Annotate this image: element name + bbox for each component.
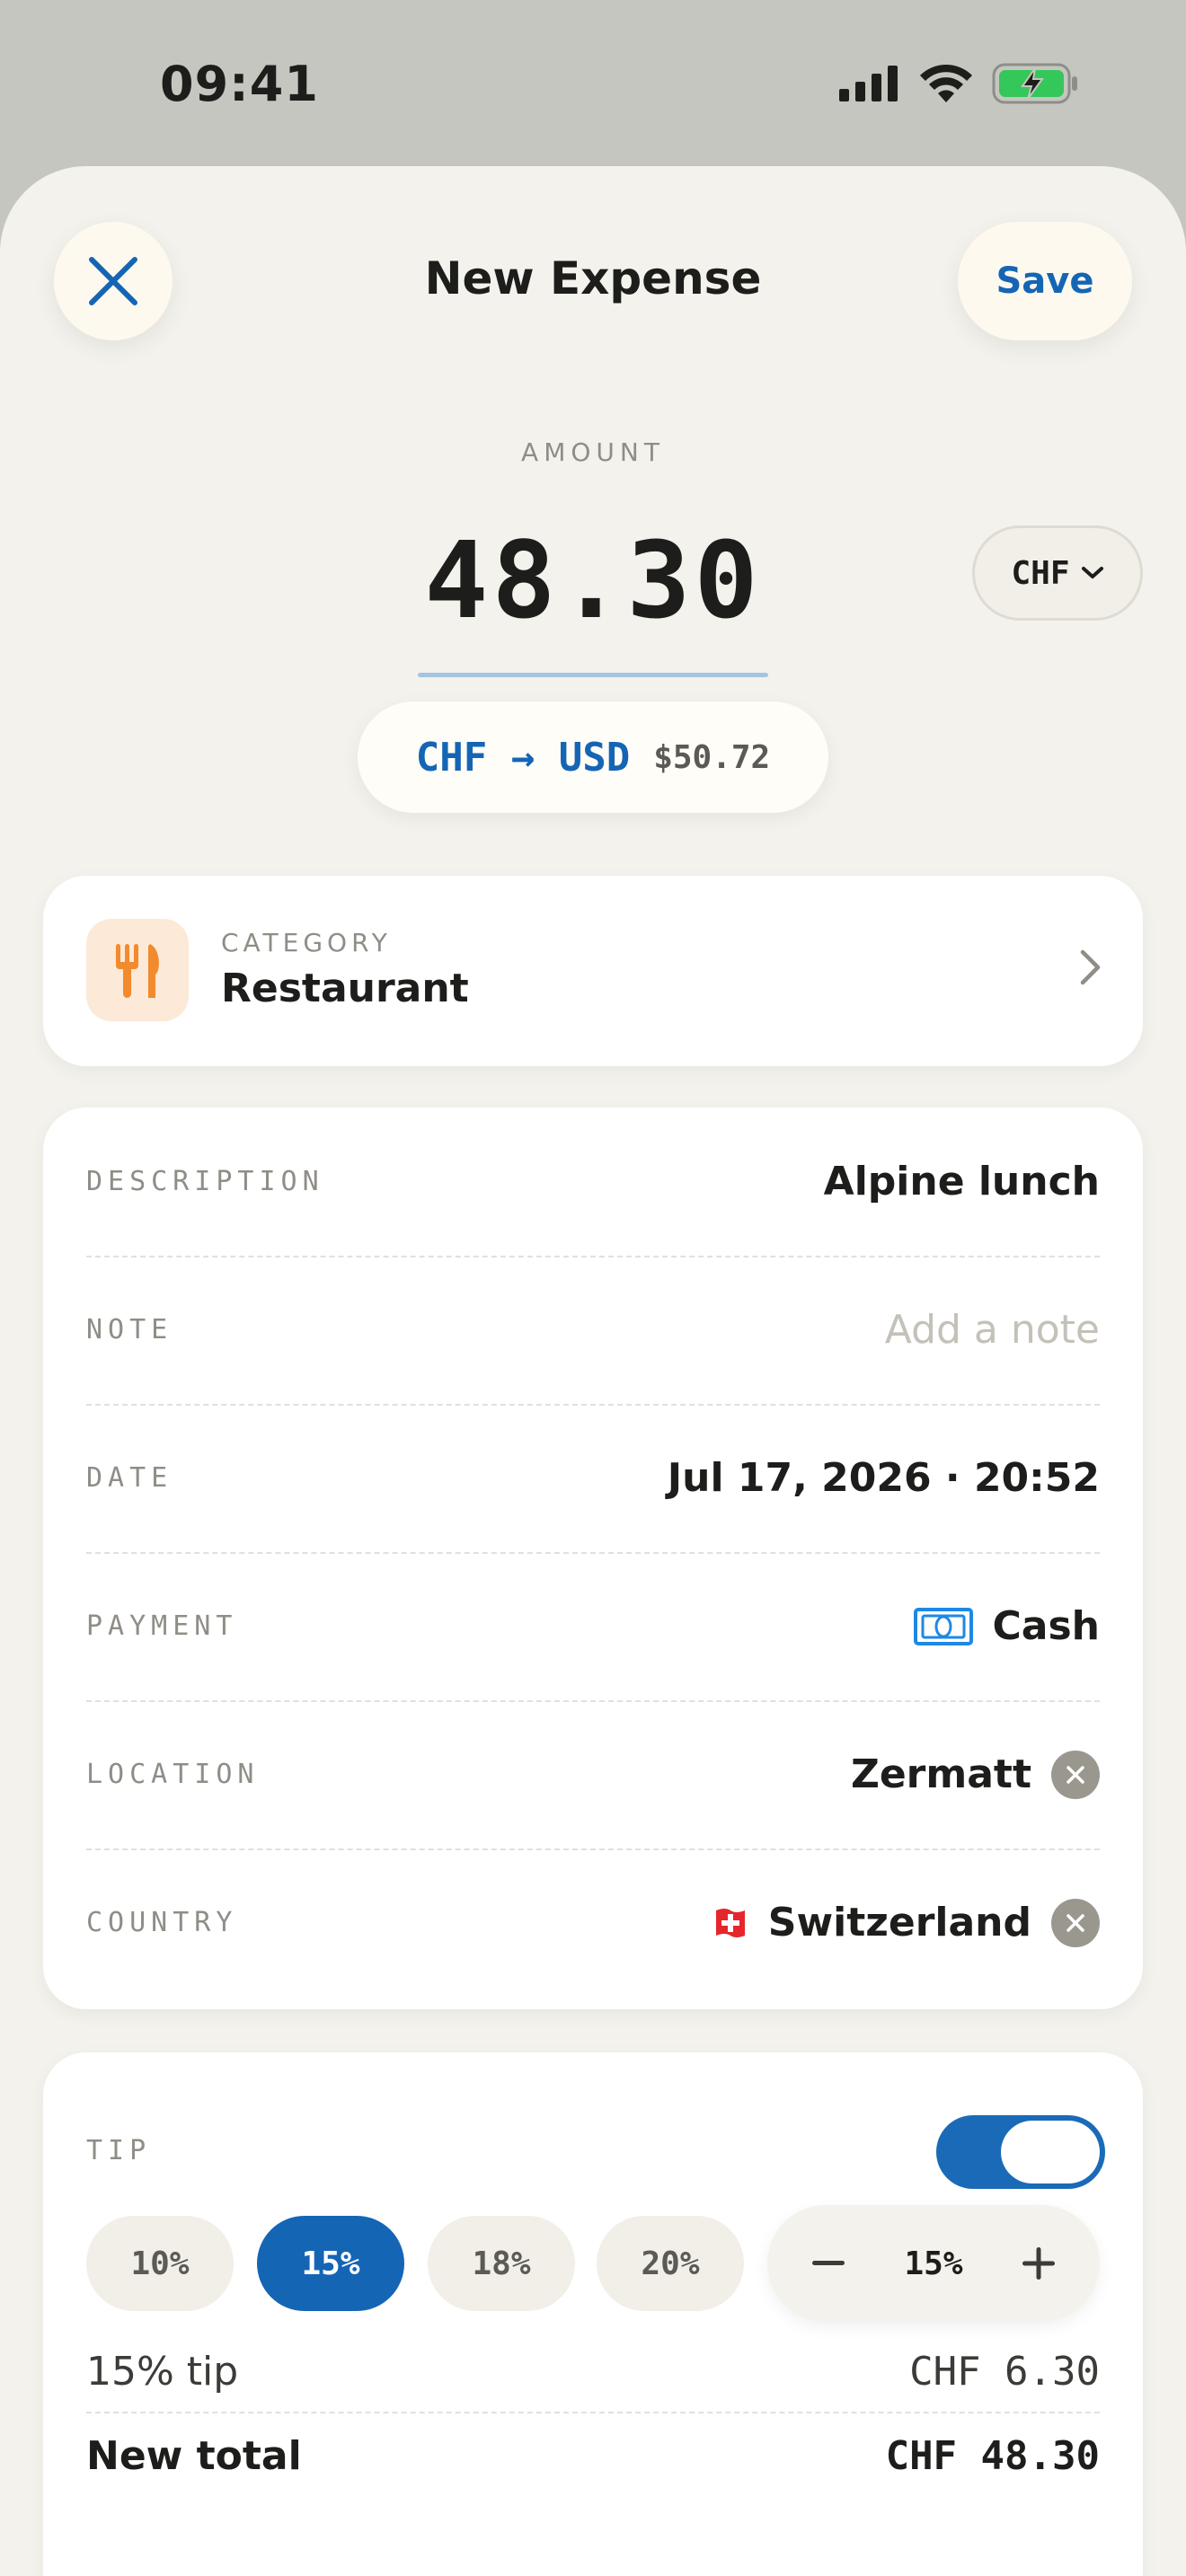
tip-line-value: CHF 6.30: [909, 2349, 1100, 2395]
date-label: DATE: [86, 1462, 173, 1494]
country-row[interactable]: COUNTRY Switzerland: [86, 1848, 1100, 1997]
conversion-pill[interactable]: CHF → USD $50.72: [358, 701, 828, 813]
total-label: New total: [86, 2433, 302, 2479]
tip-label: TIP: [86, 2135, 152, 2166]
fork-knife-icon: [86, 919, 189, 1021]
country-value-group: Switzerland: [712, 1898, 1100, 1947]
currency-selector[interactable]: CHF: [972, 525, 1143, 621]
description-label: DESCRIPTION: [86, 1166, 324, 1197]
payment-value-group: Cash: [913, 1603, 1101, 1649]
conversion-label: CHF → USD: [415, 734, 631, 781]
amount-underline: [418, 673, 768, 677]
payment-row[interactable]: PAYMENT Cash: [86, 1552, 1100, 1700]
note-placeholder: Add a note: [884, 1307, 1100, 1353]
payment-value: Cash: [992, 1603, 1101, 1649]
category-row[interactable]: CATEGORY Restaurant: [43, 876, 1143, 1066]
clear-icon: [1067, 1913, 1084, 1932]
conversion-value: $50.72: [653, 738, 771, 776]
location-value-group: Zermatt: [850, 1750, 1100, 1799]
tip-chip-20[interactable]: 20%: [597, 2216, 744, 2311]
cash-icon: [913, 1607, 973, 1645]
decrement-button[interactable]: [801, 2236, 855, 2290]
tip-chip-10[interactable]: 10%: [86, 2216, 234, 2311]
chevron-down-icon: [1081, 567, 1103, 578]
battery-charging-icon: [992, 63, 1077, 104]
amount-label: AMOUNT: [521, 437, 665, 467]
tip-amount-line: 15% tip CHF 6.30: [86, 2349, 1100, 2395]
next-card-peek: [43, 2565, 1143, 2576]
minus-icon: [812, 2261, 845, 2265]
location-row[interactable]: LOCATION Zermatt: [86, 1700, 1100, 1848]
date-row[interactable]: DATE Jul 17, 2026 · 20:52: [86, 1404, 1100, 1552]
details-card: DESCRIPTION Alpine lunch NOTE Add a note…: [43, 1107, 1143, 2009]
note-row[interactable]: NOTE Add a note: [86, 1256, 1100, 1404]
total-value: CHF 48.30: [885, 2433, 1100, 2479]
currency-label: CHF: [1011, 554, 1070, 592]
country-value: Switzerland: [767, 1900, 1031, 1945]
clear-country-button[interactable]: [1051, 1898, 1100, 1947]
tip-chip-18[interactable]: 18%: [428, 2216, 575, 2311]
plus-icon: [1022, 2247, 1055, 2280]
category-label: CATEGORY: [221, 928, 392, 957]
clear-icon: [1067, 1765, 1084, 1784]
description-row[interactable]: DESCRIPTION Alpine lunch: [86, 1107, 1100, 1256]
tip-line-label: 15% tip: [86, 2349, 239, 2395]
category-value: Restaurant: [221, 966, 469, 1011]
status-icons: [839, 63, 1078, 104]
location-value: Zermatt: [850, 1751, 1031, 1797]
save-button[interactable]: Save: [958, 222, 1132, 340]
clear-location-button[interactable]: [1051, 1750, 1100, 1799]
note-label: NOTE: [86, 1314, 173, 1345]
swiss-flag-icon: [715, 1908, 745, 1937]
stepper-value: 15%: [904, 2245, 963, 2282]
expense-sheet: New Expense Save AMOUNT 48.30 CHF CHF → …: [0, 166, 1186, 2576]
toggle-knob: [1001, 2121, 1100, 2183]
date-value: Jul 17, 2026 · 20:52: [667, 1455, 1100, 1501]
status-time: 09:41: [160, 56, 319, 112]
description-value: Alpine lunch: [823, 1159, 1100, 1204]
cellular-signal-icon: [839, 66, 898, 101]
tip-stepper: 15%: [767, 2205, 1100, 2322]
location-label: LOCATION: [86, 1759, 260, 1790]
tip-card: TIP 10% 15% 18% 20% 15% 15% tip CHF 6.30…: [43, 2052, 1143, 2576]
total-line: New total CHF 48.30: [86, 2433, 1100, 2479]
payment-label: PAYMENT: [86, 1610, 238, 1642]
tip-toggle[interactable]: [936, 2115, 1105, 2189]
wifi-icon: [920, 65, 972, 102]
status-bar: 09:41: [0, 0, 1186, 171]
increment-button[interactable]: [1012, 2236, 1066, 2290]
divider: [86, 2412, 1100, 2413]
tip-chip-15[interactable]: 15%: [257, 2216, 404, 2311]
country-label: COUNTRY: [86, 1907, 238, 1938]
chevron-right-icon: [1080, 949, 1101, 985]
